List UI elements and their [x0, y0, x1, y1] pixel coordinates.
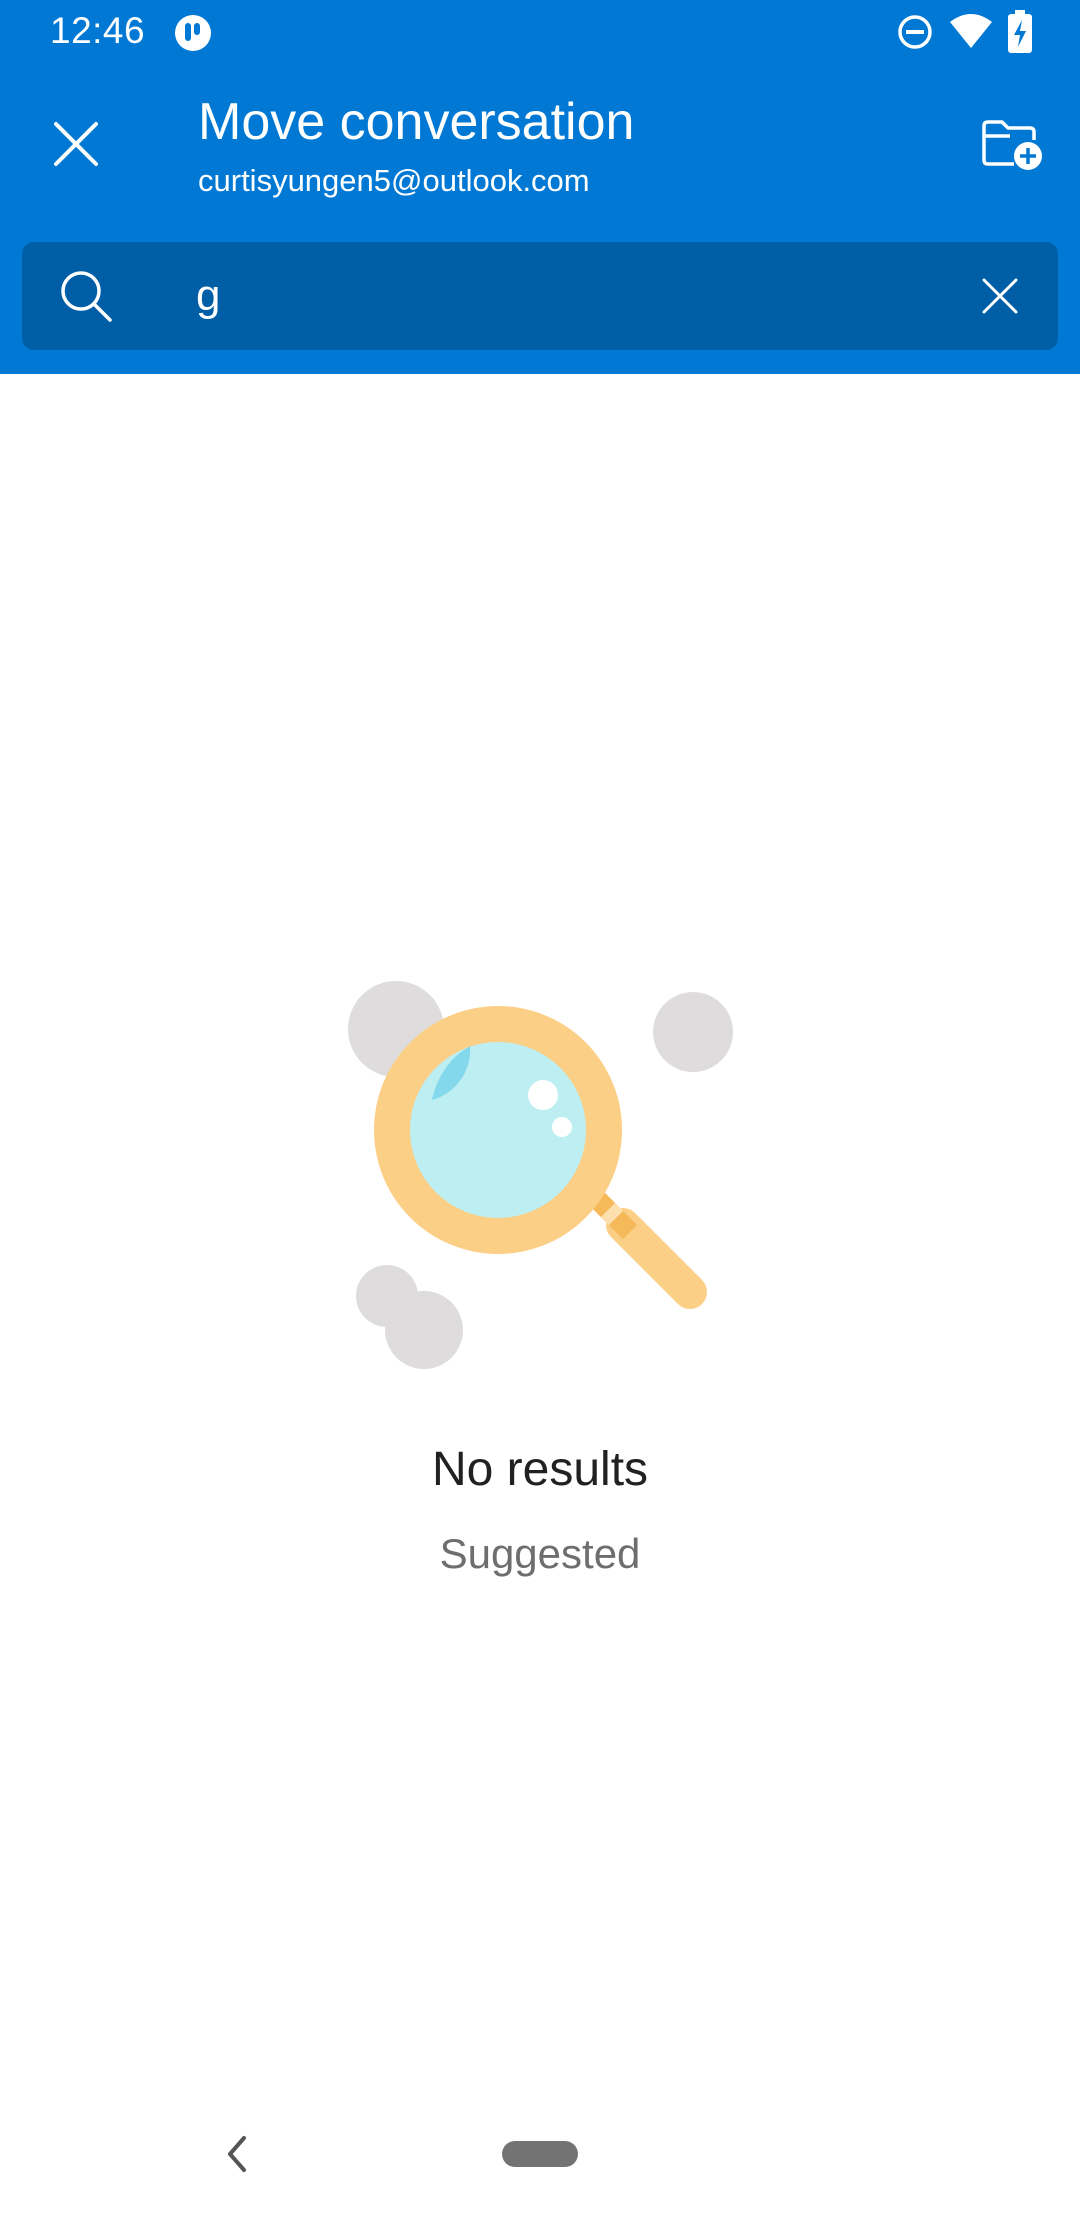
clear-icon — [982, 278, 1018, 314]
search-input[interactable] — [196, 264, 956, 328]
app-notification-icon — [175, 15, 211, 51]
nav-back-icon[interactable] — [218, 2132, 258, 2176]
empty-state-subtitle: Suggested — [439, 1530, 641, 1577]
move-conversation-screen: 12:46 Move conversation curtisyungen5@ou… — [0, 0, 1080, 2220]
page-title: Move conversation — [198, 93, 635, 151]
search-bar — [22, 242, 1058, 350]
nav-home-pill[interactable] — [502, 2141, 578, 2167]
wifi-icon — [950, 14, 992, 48]
app-header: 12:46 Move conversation curtisyungen5@ou… — [0, 0, 1080, 374]
battery-charging-icon — [1008, 10, 1032, 53]
close-icon — [54, 122, 98, 166]
folder-add-icon — [982, 120, 1042, 170]
search-icon — [61, 271, 112, 322]
clear-search-button[interactable] — [970, 266, 1030, 326]
status-bar: 12:46 — [0, 0, 1080, 66]
close-button[interactable] — [36, 104, 116, 184]
new-folder-button[interactable] — [972, 104, 1052, 184]
do-not-disturb-icon — [898, 15, 932, 49]
status-time: 12:46 — [50, 10, 146, 51]
empty-state-title: No results — [431, 1443, 649, 1496]
magnifying-glass-icon — [348, 981, 733, 1369]
account-email: curtisyungen5@outlook.com — [198, 163, 590, 198]
